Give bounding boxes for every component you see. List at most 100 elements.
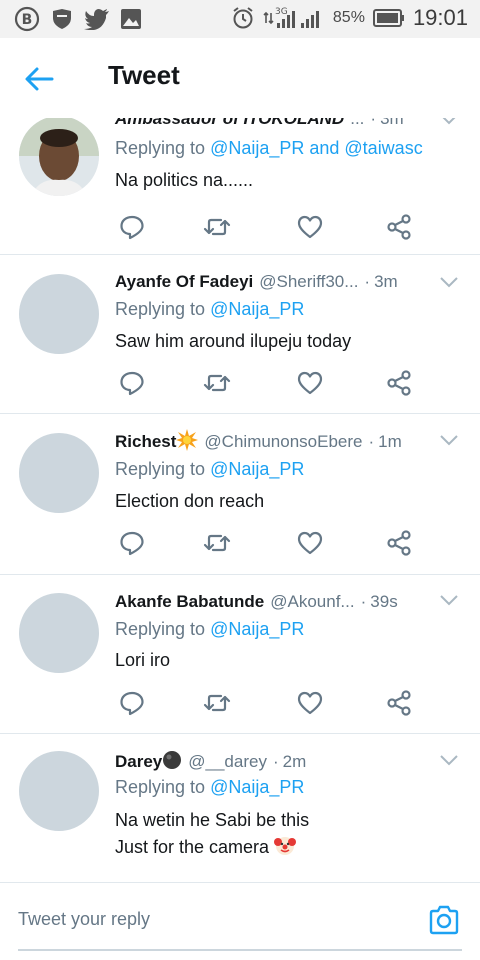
tweet-text-line-content: Just for the camera <box>115 837 270 857</box>
retweet-button[interactable] <box>203 369 231 397</box>
replying-prefix: Replying to <box>115 299 211 319</box>
replying-to: Replying to @Naija_PR and @taiwasc <box>115 138 423 159</box>
status-bar: B 3G 85% 19:01 <box>0 0 480 38</box>
network-type-label: 3G <box>275 7 288 17</box>
back-button[interactable] <box>22 62 62 96</box>
mention-link[interactable]: @Naija_PR <box>210 459 304 479</box>
author-name[interactable]: Darey <box>115 752 162 772</box>
reply-input[interactable] <box>18 909 398 930</box>
separator-dot: · <box>370 118 377 128</box>
reply-button[interactable] <box>118 213 146 241</box>
signal-icon: 3G <box>263 5 325 31</box>
separator-dot: · <box>360 592 367 611</box>
tweet-actions <box>115 689 425 717</box>
camera-button[interactable] <box>428 905 460 935</box>
image-icon <box>120 8 142 30</box>
share-button[interactable] <box>385 529 413 557</box>
author-name[interactable]: Ayanfe Of Fadeyi <box>115 272 253 292</box>
chevron-down-icon[interactable] <box>440 595 458 607</box>
reply-compose-bar <box>0 882 480 960</box>
author-name[interactable]: Akanfe Babatunde <box>115 592 264 612</box>
like-button[interactable] <box>296 213 324 241</box>
heart-icon <box>297 531 323 555</box>
mention-link[interactable]: @Naija_PR <box>210 777 304 797</box>
tweet-item[interactable]: Ayanfe Of Fadeyi @Sheriff30... · 3m Repl… <box>0 255 480 414</box>
reply-button[interactable] <box>118 689 146 717</box>
tweet-time: 1m <box>378 432 402 451</box>
tweet-header: Ambassador of ITOKOLAND ... · 3m <box>115 118 466 132</box>
tweet-actions <box>115 369 425 397</box>
comment-icon <box>120 691 144 716</box>
retweet-icon <box>203 534 231 552</box>
share-icon <box>387 530 411 556</box>
tweet-actions <box>115 213 425 241</box>
reply-button[interactable] <box>118 369 146 397</box>
tweet-item[interactable]: Ambassador of ITOKOLAND ... · 3m Replyin… <box>0 118 480 255</box>
twitter-bird-icon <box>84 8 110 30</box>
mention-link[interactable]: @Naija_PR <box>210 619 304 639</box>
status-right: 3G 85% 19:01 <box>231 5 468 31</box>
tweet-text-line: Na wetin he Sabi be this <box>115 810 310 830</box>
chevron-down-icon[interactable] <box>440 118 458 126</box>
replying-prefix: Replying to <box>115 138 211 158</box>
black-circle-emoji-icon <box>162 750 182 775</box>
like-button[interactable] <box>296 529 324 557</box>
avatar[interactable] <box>19 274 99 354</box>
retweet-button[interactable] <box>203 529 231 557</box>
avatar[interactable] <box>19 593 99 673</box>
separator-dot: · <box>272 752 279 771</box>
share-button[interactable] <box>385 213 413 241</box>
like-button[interactable] <box>296 369 324 397</box>
comment-icon <box>120 371 144 396</box>
clown-face-emoji-icon <box>274 834 297 864</box>
separator-dot: · <box>364 272 371 291</box>
share-button[interactable] <box>385 689 413 717</box>
tweet-item[interactable]: Akanfe Babatunde @Akounf... · 39s Replyi… <box>0 575 480 734</box>
retweet-button[interactable] <box>203 689 231 717</box>
tweet-item[interactable]: Richest @ChimunonsoEbere · 1m Replying t… <box>0 414 480 575</box>
tweet-header: Ayanfe Of Fadeyi @Sheriff30... · 3m <box>115 269 466 295</box>
alarm-icon <box>231 6 255 30</box>
replying-to: Replying to @Naija_PR <box>115 299 304 320</box>
status-left-icons: B <box>14 6 142 32</box>
heart-icon <box>297 691 323 715</box>
like-button[interactable] <box>296 689 324 717</box>
share-icon <box>387 370 411 396</box>
separator-dot: · <box>368 432 375 451</box>
author-name[interactable]: Ambassador of ITOKOLAND <box>115 118 344 129</box>
battery-percent: 85% <box>332 9 365 26</box>
avatar[interactable] <box>19 118 99 196</box>
heart-icon <box>297 371 323 395</box>
replying-to: Replying to @Naija_PR <box>115 777 304 798</box>
author-name[interactable]: Richest <box>115 432 176 452</box>
mention-link[interactable]: @Naija_PR and @taiwasc <box>210 138 423 158</box>
tweet-text: Lori iro <box>115 650 171 670</box>
chevron-down-icon[interactable] <box>440 277 458 289</box>
share-button[interactable] <box>385 369 413 397</box>
chevron-down-icon[interactable] <box>440 755 458 767</box>
comment-icon <box>120 215 144 240</box>
retweet-icon <box>203 694 231 712</box>
status-clock: 19:01 <box>412 5 468 30</box>
retweet-button[interactable] <box>203 213 231 241</box>
mention-link[interactable]: @Naija_PR <box>210 299 304 319</box>
tweet-actions <box>115 529 425 557</box>
avatar[interactable] <box>19 751 99 831</box>
avatar-photo <box>19 118 99 196</box>
author-handle: @__darey <box>188 752 267 771</box>
collision-emoji-icon <box>176 428 199 456</box>
replying-prefix: Replying to <box>115 777 211 797</box>
share-icon <box>387 690 411 716</box>
tweet-text: Na wetin he Sabi be this Just for the ca… <box>115 807 309 864</box>
tweet-text: Saw him around ilupeju today <box>115 331 352 351</box>
avatar[interactable] <box>19 433 99 513</box>
retweet-icon <box>203 374 231 392</box>
tweet-item[interactable]: Darey @__darey · 2m Replying to @Naija_P… <box>0 734 480 882</box>
tweet-header: Richest @ChimunonsoEbere · 1m <box>115 428 466 456</box>
tweet-header: Akanfe Babatunde @Akounf... · 39s <box>115 589 466 615</box>
chevron-down-icon[interactable] <box>440 435 458 447</box>
replying-prefix: Replying to <box>115 459 211 479</box>
tweet-time: 39s <box>370 592 398 611</box>
heart-icon <box>297 215 323 239</box>
reply-button[interactable] <box>118 529 146 557</box>
